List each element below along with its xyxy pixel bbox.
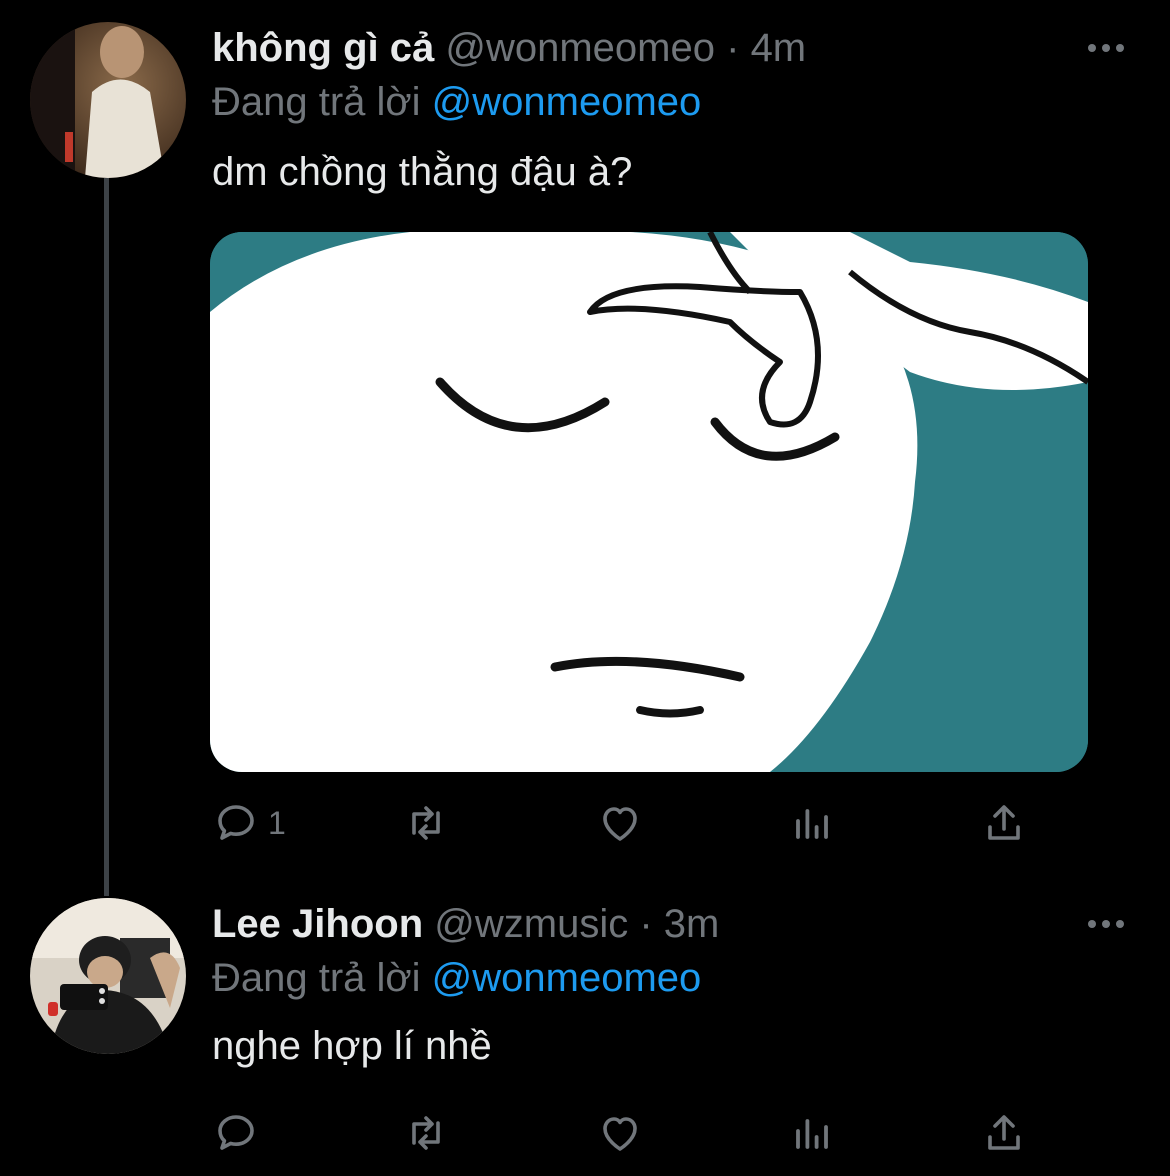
retweet-icon [412,806,440,840]
tweet-actions [212,1108,1042,1158]
display-name[interactable]: không gì cả [212,26,434,70]
reply-prefix: Đang trả lời [212,956,421,1000]
reply-icon [218,805,254,840]
reply-button[interactable]: 1 [212,798,286,848]
more-icon[interactable] [1086,914,1126,934]
tweet-media-image[interactable] [210,232,1088,772]
share-icon [988,1115,1020,1150]
avatar-lee-jihoon[interactable] [30,898,186,1054]
tweet-1[interactable]: không gì cả @wonmeomeo · 4m Đang trả lời… [0,0,1170,890]
display-name[interactable]: Lee Jihoon [212,902,423,946]
like-icon [603,807,637,841]
separator-dot: · [639,902,653,946]
like-button[interactable] [596,1108,644,1158]
reply-mention-link[interactable]: @wonmeomeo [432,80,702,124]
user-handle[interactable]: @wzmusic [434,902,628,946]
tweet-text: dm chồng thằng đậu à? [212,150,633,194]
retweet-button[interactable] [402,798,450,848]
retweet-button[interactable] [402,1108,450,1158]
user-handle[interactable]: @wonmeomeo [445,26,715,70]
reply-icon [218,1115,254,1150]
analytics-icon [796,1119,828,1149]
share-button[interactable] [980,1108,1028,1158]
tweet-2[interactable]: Lee Jihoon @wzmusic · 3m Đang trả lời @w… [0,890,1170,1176]
reply-mention-link[interactable]: @wonmeomeo [432,956,702,1000]
like-button[interactable] [596,798,644,848]
share-icon [988,805,1020,840]
like-icon [603,1117,637,1151]
replying-to: Đang trả lời @wonmeomeo [212,78,701,126]
retweet-icon [412,1116,440,1150]
timestamp[interactable]: 3m [664,902,720,946]
analytics-button[interactable] [788,1108,836,1158]
reply-button[interactable] [212,1108,268,1158]
timestamp[interactable]: 4m [751,26,807,70]
reply-prefix: Đang trả lời [212,80,421,124]
tweet-actions: 1 [212,798,1042,848]
tweet-header: Lee Jihoon @wzmusic · 3m [212,900,719,948]
reply-count: 1 [268,804,286,841]
analytics-icon [796,809,828,839]
share-button[interactable] [980,798,1028,848]
replying-to: Đang trả lời @wonmeomeo [212,954,701,1002]
more-icon[interactable] [1086,38,1126,58]
tweet-text: nghe hợp lí nhề [212,1024,492,1068]
separator-dot: · [726,26,740,70]
avatar-khong-gi-ca[interactable] [30,22,186,178]
analytics-button[interactable] [788,798,836,848]
tweet-header: không gì cả @wonmeomeo · 4m [212,24,806,72]
